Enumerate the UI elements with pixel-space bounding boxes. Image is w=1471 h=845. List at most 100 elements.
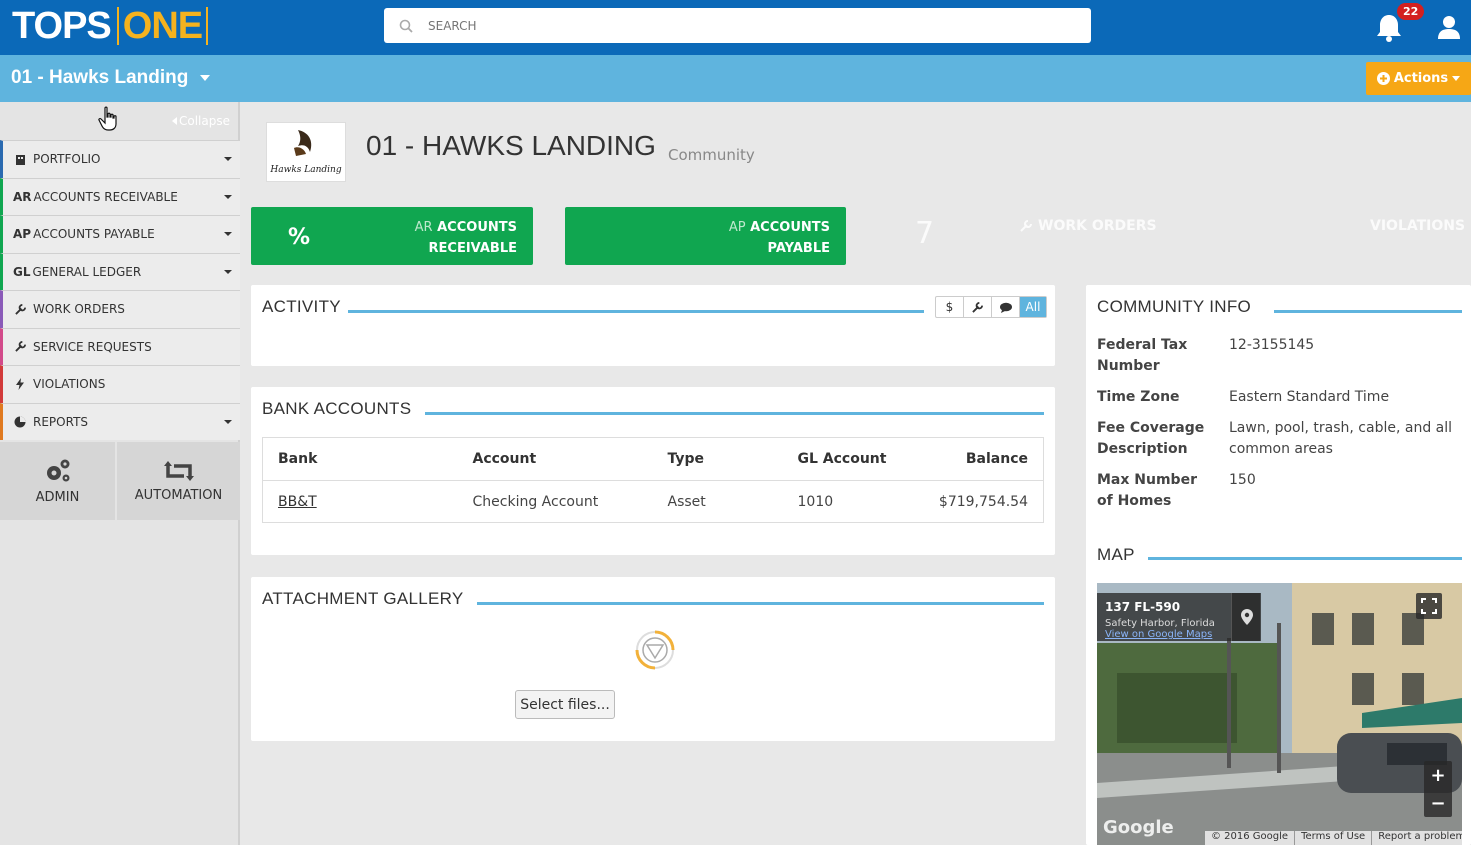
ap-prefix: AP — [728, 220, 746, 235]
activity-rule — [348, 310, 924, 313]
col-bank[interactable]: Bank — [262, 437, 458, 481]
gl-cell: 1010 — [797, 493, 834, 510]
open-count-stat[interactable]: 7 — [915, 216, 934, 251]
sidebar-item-accounts-receivable[interactable]: AR ACCOUNTS RECEIVABLE — [0, 177, 240, 215]
sidebar-item-work-orders[interactable]: WORK ORDERS — [0, 290, 240, 328]
actions-label: Actions — [1393, 71, 1449, 86]
sidebar-item-reports[interactable]: REPORTS — [0, 402, 240, 440]
sidebar-menu: PORTFOLIO AR ACCOUNTS RECEIVABLE AP ACCOUNTS… — [0, 140, 240, 440]
col-balance[interactable]: Balance — [902, 437, 1044, 481]
wrench-icon — [13, 303, 27, 315]
chevron-down-icon — [200, 75, 211, 81]
bank-accounts-rule — [425, 412, 1044, 415]
page-title: 01 - HAWKS LANDING — [366, 130, 656, 161]
sidebar-item-portfolio[interactable]: PORTFOLIO — [0, 140, 240, 178]
col-type[interactable]: Type — [652, 437, 783, 481]
sidebar-tile-automation[interactable]: AUTOMATION — [117, 442, 240, 520]
sidebar-item-general-ledger[interactable]: GL GENERAL LEDGER — [0, 252, 240, 290]
filter-all[interactable]: All — [1020, 297, 1046, 317]
actions-button[interactable]: Actions — [1366, 62, 1471, 95]
notification-count-badge[interactable]: 22 — [1397, 3, 1425, 20]
caret-down-icon — [224, 194, 232, 199]
search-icon — [384, 19, 428, 33]
col-gl-account[interactable]: GL Account — [782, 437, 903, 481]
attachment-gallery-rule — [477, 602, 1044, 605]
ap-line1: ACCOUNTS — [750, 220, 830, 235]
map-address: 137 FL-590 — [1105, 600, 1181, 614]
sidebar-item-label: REPORTS — [33, 414, 89, 429]
filter-comment[interactable] — [992, 297, 1020, 317]
activity-filters: $ All — [935, 296, 1047, 318]
sidebar-item-label: WORK ORDERS — [33, 302, 125, 317]
map-title: MAP — [1097, 545, 1135, 564]
street-view-map[interactable]: 137 FL-590 Safety Harbor, Florida View o… — [1097, 583, 1462, 845]
sidebar-item-label: SERVICE REQUESTS — [33, 339, 152, 354]
sidebar-item-label: GENERAL LEDGER — [32, 264, 142, 279]
search-input[interactable] — [428, 18, 1028, 33]
tops-one-logo[interactable]: TOPS ONE — [12, 4, 209, 48]
map-terms-link[interactable]: Terms of Use — [1294, 831, 1371, 845]
type-cell: Asset — [667, 493, 706, 510]
ap-stat-label: AP ACCOUNTS PAYABLE — [729, 217, 830, 259]
ar-stat-label: AR ACCOUNTS RECEIVABLE — [415, 217, 517, 259]
select-files-button[interactable]: Select files... — [515, 690, 615, 719]
wrench-icon — [13, 341, 27, 352]
comment-icon — [999, 302, 1012, 313]
community-info-rule — [1274, 310, 1462, 313]
bank-accounts-title: BANK ACCOUNTS — [262, 399, 412, 418]
work-orders-stat[interactable]: WORK ORDERS — [1020, 218, 1157, 234]
community-name: 01 - Hawks Landing — [11, 67, 189, 88]
bolt-icon — [13, 378, 27, 391]
work-orders-stat-label: WORK ORDERS — [1038, 218, 1157, 234]
map-rule — [1148, 557, 1462, 560]
wrench-icon — [1020, 220, 1032, 232]
violations-stat[interactable]: VIOLATIONS — [1370, 218, 1465, 234]
sidebar-item-prefix: AP — [13, 227, 32, 242]
ap-line2: PAYABLE — [767, 241, 830, 256]
map-report-link[interactable]: Report a problem — [1371, 831, 1462, 845]
ar-stat-tile[interactable]: % AR ACCOUNTS RECEIVABLE — [251, 207, 533, 265]
sidebar-tiles: ADMIN AUTOMATION — [0, 442, 240, 520]
user-icon[interactable] — [1434, 12, 1464, 42]
fullscreen-icon[interactable] — [1416, 593, 1442, 619]
info-value-timezone: Eastern Standard Time — [1229, 389, 1390, 405]
map-footer: © 2016 Google Terms of Use Report a prob… — [1205, 831, 1462, 845]
plus-circle-icon — [1376, 72, 1390, 85]
map-copyright: © 2016 Google — [1211, 831, 1289, 842]
community-logo: Hawks Landing — [266, 122, 346, 182]
table-header-row: Bank Account Type GL Account Balance — [262, 437, 1044, 481]
caret-left-icon — [172, 117, 177, 125]
account-cell: Checking Account — [472, 493, 599, 510]
col-account[interactable]: Account — [457, 437, 653, 481]
filter-dollar[interactable]: $ — [936, 297, 964, 317]
sidebar-item-prefix: AR — [13, 189, 32, 204]
zoom-out-icon[interactable]: − — [1430, 793, 1445, 814]
zoom-in-icon[interactable]: + — [1430, 765, 1445, 786]
map-pin-icon[interactable] — [1231, 593, 1261, 641]
collapse-toggle[interactable]: Collapse — [172, 114, 230, 128]
top-bar: TOPS ONE 22 — [0, 0, 1471, 55]
sidebar-item-label: ACCOUNTS PAYABLE — [33, 227, 155, 242]
sidebar-item-accounts-payable[interactable]: AP ACCOUNTS PAYABLE — [0, 215, 240, 253]
map-zoom-controls: + − — [1424, 761, 1452, 817]
gears-icon — [46, 459, 69, 481]
filter-wrench[interactable] — [964, 297, 992, 317]
sidebar-tile-admin[interactable]: ADMIN — [0, 442, 115, 520]
ar-line2: RECEIVABLE — [428, 241, 517, 256]
logo-text-one: ONE — [116, 7, 209, 45]
sidebar-item-prefix: GL — [13, 264, 31, 279]
map-view-link[interactable]: View on Google Maps — [1105, 629, 1252, 640]
caret-down-icon — [224, 419, 232, 424]
google-logo: Google — [1103, 817, 1174, 838]
caret-down-icon — [224, 157, 232, 161]
sidebar-item-service-requests[interactable]: SERVICE REQUESTS — [0, 327, 240, 365]
sidebar-item-violations[interactable]: VIOLATIONS — [0, 365, 240, 403]
loading-spinner-icon — [635, 630, 675, 670]
ar-stat-value: % — [288, 225, 311, 250]
community-selector[interactable]: 01 - Hawks Landing — [11, 67, 211, 89]
bank-link[interactable]: BB&T — [278, 494, 317, 510]
table-row: BB&T Checking Account Asset 1010 $719,75… — [263, 481, 1044, 523]
search-box[interactable] — [384, 8, 1091, 43]
pie-chart-icon — [13, 416, 27, 428]
ap-stat-tile[interactable]: AP ACCOUNTS PAYABLE — [565, 207, 846, 265]
